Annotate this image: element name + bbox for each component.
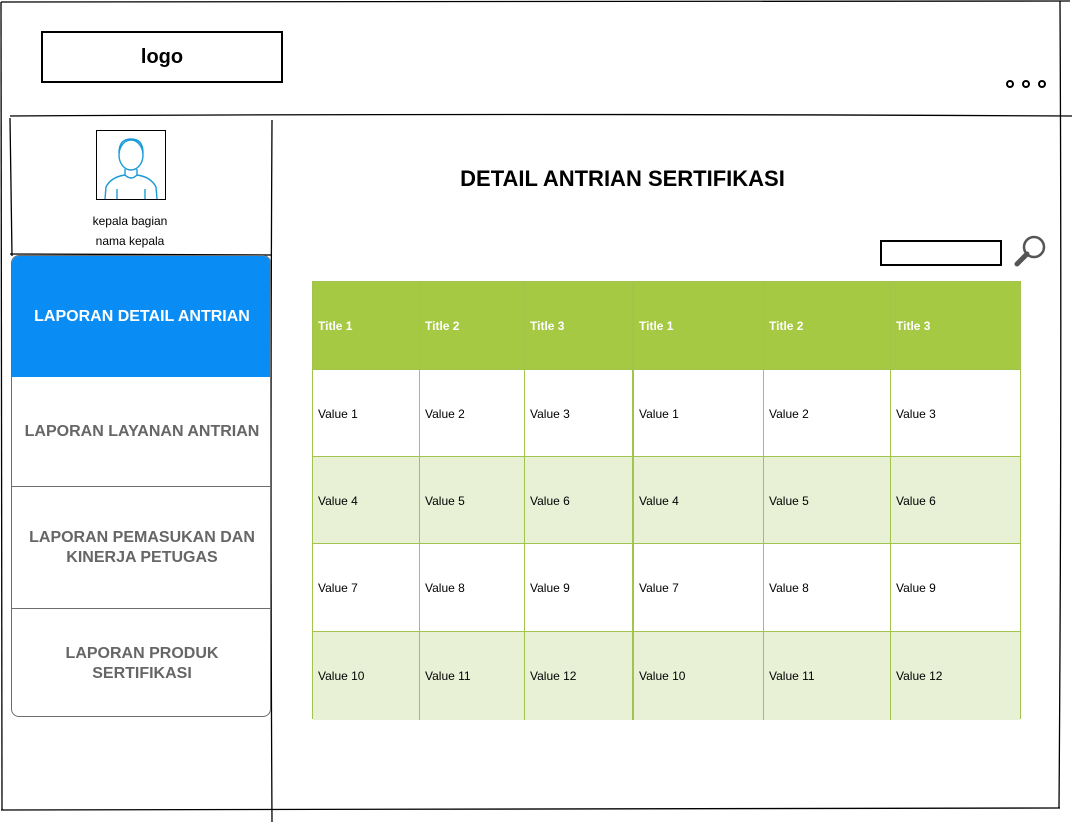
table-cell: Value 12	[524, 632, 632, 720]
table-divider	[313, 369, 1020, 370]
sidebar-item-laporan-pemasukan-kinerja[interactable]: LAPORAN PEMASUKAN DAN KINERJA PETUGAS	[12, 487, 270, 609]
table-cell: Value 3	[524, 370, 632, 458]
table-cell: Value 6	[524, 457, 632, 545]
table-header-cell[interactable]: Title 2	[763, 282, 890, 370]
table-cell: Value 10	[318, 669, 365, 683]
table-row[interactable]: Value 10 Value 11 Value 12 Value 10 Valu…	[313, 632, 1020, 720]
table-cell: Value 4	[632, 457, 763, 545]
sidebar-item-laporan-detail-antrian[interactable]: LAPORAN DETAIL ANTRIAN	[12, 256, 270, 377]
table-cell: Value 3	[890, 370, 1020, 458]
table-cell: Value 9	[890, 544, 1020, 632]
table-cell: Value 2	[419, 370, 524, 458]
table-cell: Value 5	[419, 457, 524, 545]
table-cell: Value 7	[632, 544, 763, 632]
table-header-cell[interactable]: Title 2	[419, 282, 524, 370]
more-options-icon[interactable]	[1006, 80, 1046, 88]
table-cell: Value 12	[890, 632, 1020, 720]
dot-icon	[1006, 80, 1014, 88]
sidebar-item-laporan-layanan-antrian[interactable]: LAPORAN LAYANAN ANTRIAN	[12, 377, 270, 487]
user-role: kepala bagian	[92, 214, 168, 228]
table-cell: Value 2	[763, 370, 890, 458]
table-divider	[313, 456, 1020, 457]
table-cell: Value 6	[890, 457, 1020, 545]
table-cell: Value 1	[632, 370, 763, 458]
table-header-cell[interactable]: Title 3	[524, 282, 632, 370]
dot-icon	[1022, 80, 1030, 88]
user-name: nama kepala	[95, 234, 165, 248]
table-cell: Value 1	[318, 407, 358, 421]
table-cell: Value 4	[318, 494, 358, 508]
logo[interactable]: logo	[41, 31, 283, 83]
dot-icon	[1038, 80, 1046, 88]
search-input[interactable]	[880, 240, 1002, 266]
table-row[interactable]: Value 1 Value 2 Value 3 Value 1 Value 2 …	[313, 370, 1020, 458]
table-cell: Value 8	[419, 544, 524, 632]
table-header-cell[interactable]: Title 1	[632, 282, 763, 370]
page-title: DETAIL ANTRIAN SERTIFIKASI	[460, 166, 785, 191]
table-row[interactable]: Value 7 Value 8 Value 9 Value 7 Value 8 …	[313, 544, 1020, 632]
table-cell: Value 9	[524, 544, 632, 632]
table-header-cell[interactable]: Title 3	[890, 282, 1020, 370]
table-divider	[313, 543, 1020, 544]
table-cell: Value 5	[763, 457, 890, 545]
sidebar-item-laporan-produk-sertifikasi[interactable]: LAPORAN PRODUK SERTIFIKASI	[12, 609, 270, 716]
table-cell: Value 8	[763, 544, 890, 632]
table-header-cell[interactable]: Title 1	[313, 282, 419, 370]
data-table: Title 1 Title 2 Title 3 Title 1 Title 2 …	[312, 281, 1021, 720]
table-cell: Value 11	[763, 632, 890, 720]
table-cell: Value 7	[318, 581, 358, 595]
table-cell: Value 10	[632, 632, 763, 720]
table-divider	[313, 631, 1020, 632]
table-cell: Value 11	[419, 632, 524, 720]
search-icon[interactable]	[1013, 233, 1049, 269]
sidebar-menu: LAPORAN DETAIL ANTRIAN LAPORAN LAYANAN A…	[11, 255, 271, 717]
table-row[interactable]: Value 4 Value 5 Value 6 Value 4 Value 5 …	[313, 457, 1020, 545]
table-header-row: Title 1 Title 2 Title 3 Title 1 Title 2 …	[313, 282, 1020, 370]
user-avatar-icon	[96, 130, 166, 200]
